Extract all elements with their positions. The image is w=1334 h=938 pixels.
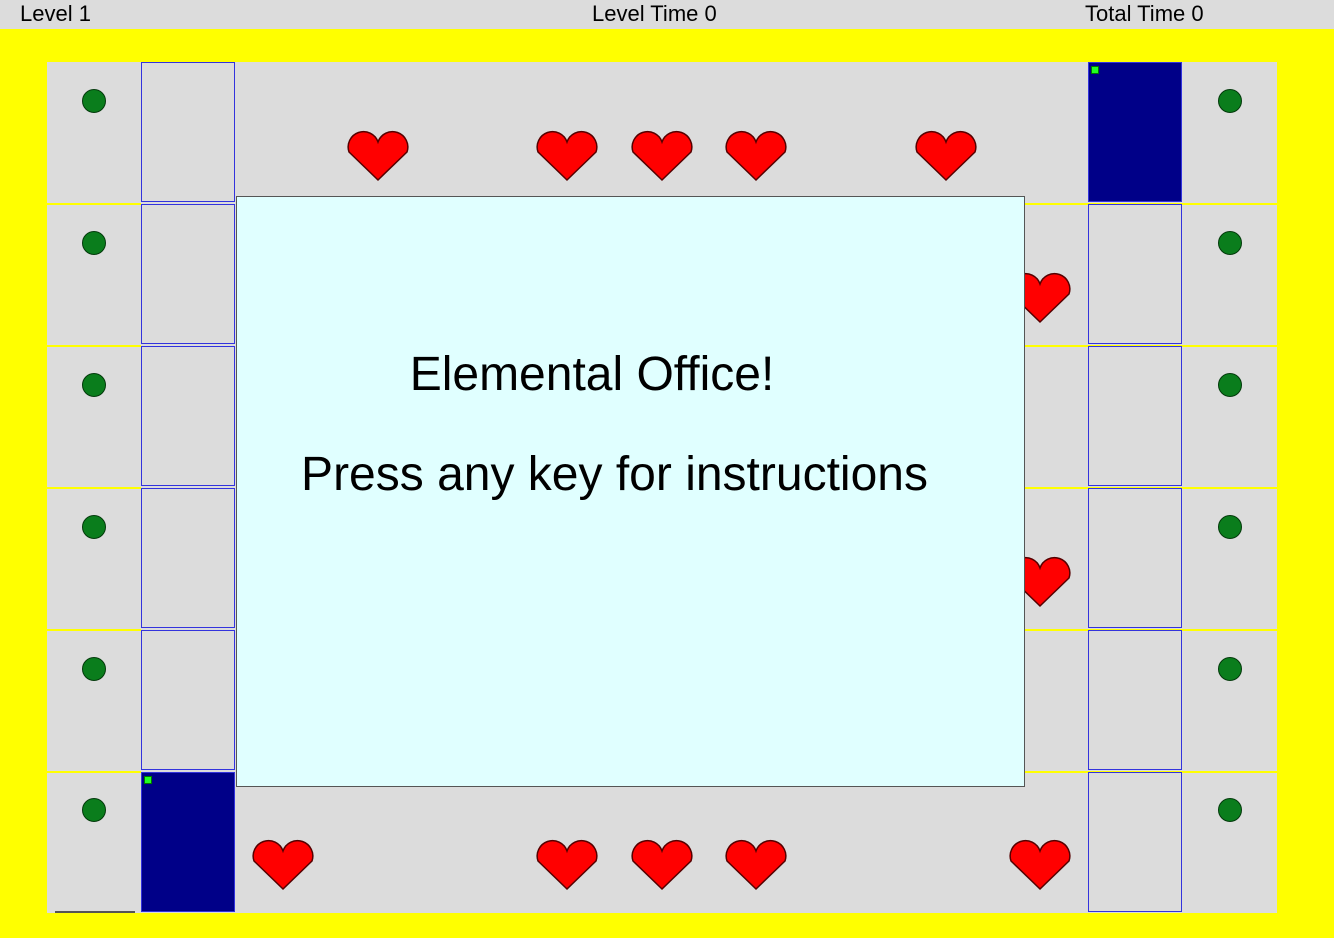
player-marker-icon <box>144 776 152 784</box>
row-divider <box>47 345 141 347</box>
right-slot-cell[interactable] <box>1088 488 1182 628</box>
heart-icon <box>725 130 787 182</box>
level-time-label: Level Time 0 <box>592 1 717 26</box>
heart-icon <box>631 839 693 891</box>
heart-icon <box>631 130 693 182</box>
heart-icon <box>1009 839 1071 891</box>
green-dot-icon <box>82 373 106 397</box>
baseline-divider <box>55 911 135 913</box>
green-dot-icon <box>1218 373 1242 397</box>
green-dot-icon <box>1218 798 1242 822</box>
heart-icon <box>252 839 314 891</box>
left-slot-cell[interactable] <box>141 488 235 628</box>
heart-icon <box>347 130 409 182</box>
heart-icon <box>536 839 598 891</box>
right-slot-cell[interactable] <box>1088 772 1182 912</box>
green-dot-icon <box>1218 89 1242 113</box>
instructions-prompt: Press any key for instructions <box>301 448 928 501</box>
total-time-label: Total Time 0 <box>1085 1 1204 26</box>
heart-icon <box>725 839 787 891</box>
row-divider <box>47 771 141 773</box>
row-divider <box>47 487 141 489</box>
green-dot-icon <box>82 798 106 822</box>
heart-icon <box>915 130 977 182</box>
left-slot-cell[interactable] <box>141 630 235 770</box>
heart-icon <box>536 130 598 182</box>
green-dot-icon <box>82 515 106 539</box>
left-slot-cell[interactable] <box>141 204 235 344</box>
right-slot-cell[interactable] <box>1088 346 1182 486</box>
row-divider <box>47 629 141 631</box>
green-dot-icon <box>82 231 106 255</box>
start-dialog[interactable]: Elemental Office! Press any key for inst… <box>236 196 1025 787</box>
right-slot-cell[interactable] <box>1088 204 1182 344</box>
green-dot-icon <box>1218 657 1242 681</box>
left-slot-cell[interactable] <box>141 346 235 486</box>
left-slot-cell[interactable] <box>141 62 235 202</box>
right-slot-cell[interactable] <box>1088 630 1182 770</box>
green-dot-icon <box>82 657 106 681</box>
green-dot-icon <box>1218 515 1242 539</box>
game-title: Elemental Office! <box>409 348 775 401</box>
left-slot-cell-occupied[interactable] <box>141 772 235 912</box>
level-label: Level 1 <box>20 1 91 26</box>
green-dot-icon <box>82 89 106 113</box>
row-divider <box>47 203 141 205</box>
player-marker-icon <box>1091 66 1099 74</box>
hud-bar: Level 1 Level Time 0 Total Time 0 <box>0 0 1334 29</box>
green-dot-icon <box>1218 231 1242 255</box>
right-slot-cell-occupied[interactable] <box>1088 62 1182 202</box>
